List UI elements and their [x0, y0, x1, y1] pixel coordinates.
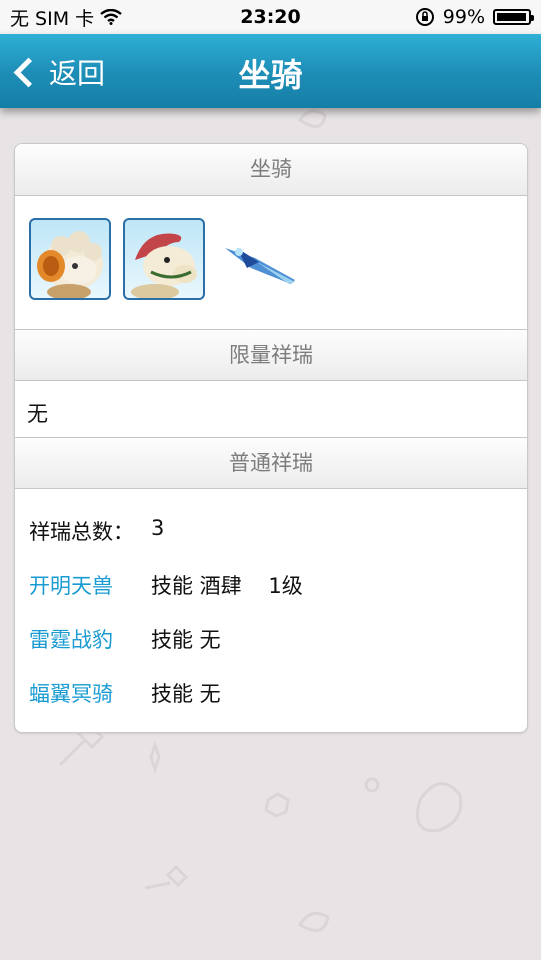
mount-skill: 技能 无: [151, 628, 221, 652]
mount-name-link[interactable]: 开明天兽: [29, 570, 151, 600]
mount-skill: 技能 无: [151, 682, 221, 706]
orientation-lock-icon: [415, 8, 434, 26]
list-item: 蝠翼冥骑 技能 无: [29, 678, 221, 708]
section-header-normal: 普通祥瑞: [15, 437, 527, 489]
total-label: 祥瑞总数：: [29, 520, 134, 544]
mount-name-link[interactable]: 雷霆战豹: [29, 624, 151, 654]
status-left: 无 SIM 卡: [10, 4, 122, 31]
battery-percent: 99%: [442, 6, 485, 28]
list-item: 雷霆战豹 技能 无: [29, 624, 221, 654]
mount-card: 坐骑 限量祥瑞 无 普通祥瑞 祥瑞总数： 3 开明天兽 技能 酒肆 1级 雷霆战…: [14, 143, 528, 733]
mount-list: [29, 218, 301, 300]
sheep-mount-art: [37, 231, 103, 298]
mount-skill: 技能 酒肆 1级: [151, 574, 303, 598]
horse-mount-art: [131, 233, 197, 298]
battery-icon: [493, 9, 534, 25]
nav-header: 返回 坐骑: [0, 34, 541, 108]
carrier-label: 无 SIM 卡: [10, 7, 95, 30]
sheep-mount-icon[interactable]: [29, 218, 111, 300]
blue-wing-mount-art: [225, 248, 295, 284]
limited-value: 无: [27, 402, 48, 426]
section-header-limited: 限量祥瑞: [15, 329, 527, 381]
status-bar: 无 SIM 卡 23:20 99%: [0, 0, 541, 34]
list-item: 开明天兽 技能 酒肆 1级: [29, 570, 303, 600]
total-value: 3: [151, 516, 165, 540]
page-title: 坐骑: [238, 56, 303, 94]
total-row: 祥瑞总数： 3: [29, 516, 164, 546]
mount-name-link[interactable]: 蝠翼冥骑: [29, 678, 151, 708]
section-header-mounts: 坐骑: [15, 144, 527, 196]
status-right: 99%: [415, 6, 534, 28]
blue-wing-mount-icon[interactable]: [217, 218, 301, 300]
horse-mount-icon[interactable]: [123, 218, 205, 300]
wifi-icon: [100, 9, 122, 25]
